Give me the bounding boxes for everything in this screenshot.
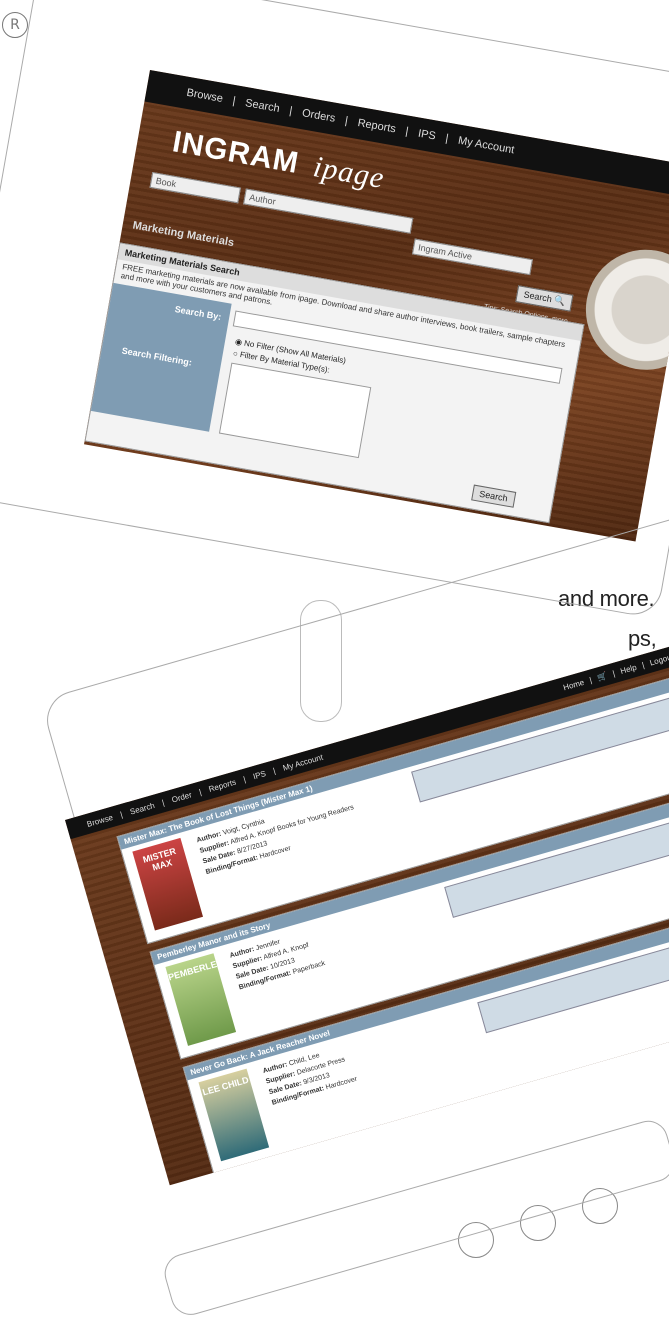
- nav-search[interactable]: Search: [244, 97, 280, 115]
- bottom-search-button[interactable]: Search: [471, 484, 516, 508]
- nav-help[interactable]: Help: [619, 662, 637, 675]
- nav-sep: |: [588, 675, 593, 685]
- nav-orders[interactable]: Orders: [301, 107, 336, 125]
- nav-sep: |: [611, 668, 616, 678]
- nav-sep: |: [160, 797, 166, 807]
- nav-my-account[interactable]: My Account: [457, 135, 515, 157]
- search-icon: 🔍: [553, 294, 567, 307]
- nav-sep: |: [231, 94, 237, 108]
- nav-sep: |: [344, 114, 349, 128]
- nav-ips[interactable]: IPS: [252, 769, 267, 781]
- nav-browse[interactable]: Browse: [86, 812, 114, 828]
- nav-sep: |: [404, 125, 410, 138]
- nav-sep: |: [444, 132, 450, 145]
- book-cover-image[interactable]: LEE CHILD: [198, 1068, 270, 1162]
- nav-cart[interactable]: 🛒: [596, 671, 608, 682]
- nav-reports[interactable]: Reports: [357, 117, 397, 136]
- nav-sep: |: [242, 774, 247, 784]
- nav-order[interactable]: Order: [171, 790, 193, 804]
- nav-sep: |: [119, 809, 124, 819]
- nav-sep: |: [640, 660, 646, 670]
- book-cover-image[interactable]: PEMBERLEY: [165, 953, 237, 1046]
- nav-reports[interactable]: Reports: [208, 777, 237, 793]
- nav-sep: |: [288, 104, 294, 118]
- registered-trademark-icon: R: [2, 12, 28, 38]
- material-type-list[interactable]: [218, 362, 372, 459]
- nav-home[interactable]: Home: [562, 677, 585, 692]
- nav-browse[interactable]: Browse: [186, 87, 224, 105]
- cart-icon: 🛒: [596, 670, 609, 683]
- radio-icon: ○: [232, 348, 239, 359]
- nav-ips[interactable]: IPS: [417, 128, 437, 143]
- nav-sep: |: [197, 787, 203, 797]
- nav-sep: |: [271, 765, 277, 776]
- book-cover-image[interactable]: MISTER MAX: [132, 837, 204, 931]
- nav-search[interactable]: Search: [129, 800, 156, 816]
- radio-icon: ◉: [234, 336, 243, 348]
- nav-logout[interactable]: Logout: [649, 652, 669, 667]
